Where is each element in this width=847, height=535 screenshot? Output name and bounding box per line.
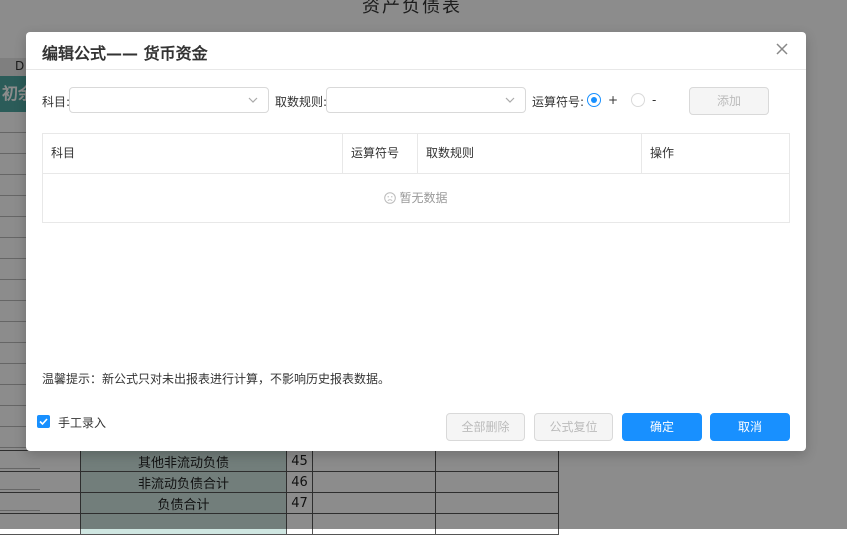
empty-face-icon — [384, 192, 397, 204]
operator-plus-label: + — [608, 93, 619, 107]
manual-entry-label[interactable]: 手工录入 — [58, 414, 106, 431]
column-header-subject: 科目 — [43, 134, 343, 173]
manual-entry-checkbox[interactable] — [37, 415, 50, 428]
formula-form: 科目: 取数规则: 运算符号: + - 添加 — [42, 87, 792, 115]
operator-label: 运算符号: — [532, 95, 585, 109]
warm-tip: 温馨提示：新公式只对未出报表进行计算，不影响历史报表数据。 — [42, 372, 391, 386]
dialog-footer: 手工录入 全部删除 公式复位 确定 取消 — [26, 412, 806, 442]
dialog-title: 编辑公式—— 货币资金 — [42, 44, 208, 63]
chevron-down-icon — [248, 97, 258, 103]
confirm-button[interactable]: 确定 — [622, 413, 702, 441]
formula-table: 科目 运算符号 取数规则 操作 暂无数据 — [42, 133, 790, 223]
subject-label: 科目: — [42, 95, 71, 109]
empty-text: 暂无数据 — [399, 191, 448, 205]
table-header: 科目 运算符号 取数规则 操作 — [43, 134, 789, 174]
empty-state: 暂无数据 — [43, 174, 789, 222]
delete-all-button[interactable]: 全部删除 — [446, 413, 525, 441]
edit-formula-dialog: 编辑公式—— 货币资金 科目: 取数规则: 运算符号: + - 添加 科目 运算… — [26, 32, 806, 451]
check-icon — [39, 418, 48, 426]
rule-select[interactable] — [326, 87, 526, 113]
reset-formula-button[interactable]: 公式复位 — [534, 413, 613, 441]
operator-minus-label: - — [652, 93, 657, 107]
column-header-operator: 运算符号 — [343, 134, 418, 173]
cancel-button[interactable]: 取消 — [710, 413, 790, 441]
chevron-down-icon — [505, 97, 515, 103]
close-icon[interactable] — [774, 41, 790, 57]
add-button[interactable]: 添加 — [689, 87, 769, 115]
rule-label: 取数规则: — [275, 95, 328, 109]
column-header-action: 操作 — [650, 146, 675, 160]
operator-minus-radio[interactable] — [631, 93, 645, 107]
subject-select[interactable] — [69, 87, 269, 113]
column-header-rule: 取数规则 — [418, 134, 642, 173]
operator-plus-radio[interactable] — [587, 93, 601, 107]
dialog-header: 编辑公式—— 货币资金 — [26, 32, 806, 70]
